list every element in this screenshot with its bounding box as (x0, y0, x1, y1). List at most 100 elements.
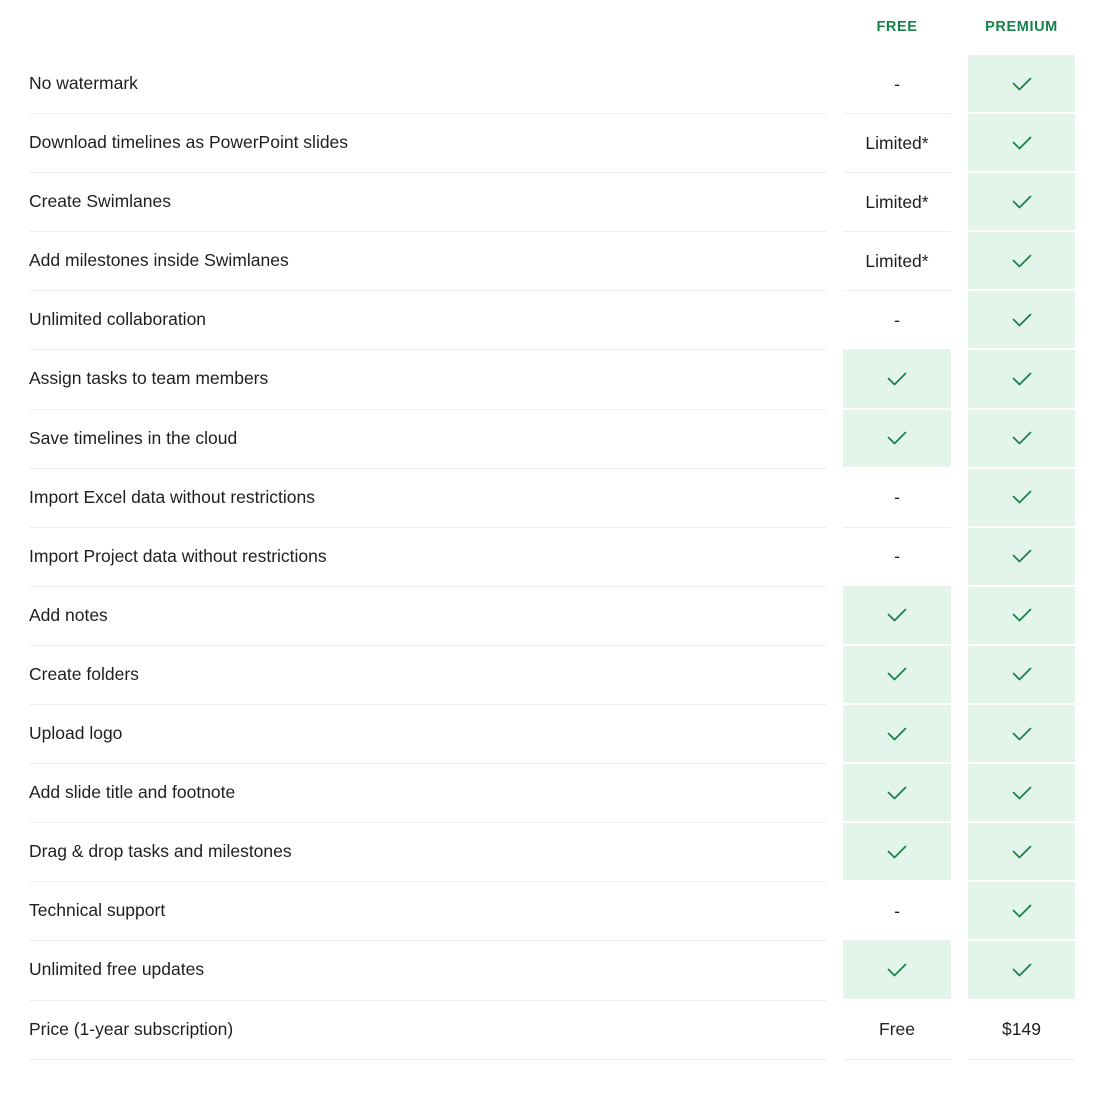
premium-plan-cell (968, 645, 1075, 704)
check-icon (1012, 963, 1031, 977)
table-row: Add notes (0, 586, 1108, 646)
table-row: Create folders (0, 645, 1108, 706)
feature-label: Add notes (29, 587, 827, 646)
check-icon (1012, 431, 1031, 445)
free-plan-cell (843, 409, 951, 467)
premium-plan-cell (968, 114, 1075, 172)
table-row: No watermark - (0, 55, 1108, 115)
check-icon (887, 727, 907, 740)
check-icon (887, 372, 907, 386)
premium-plan-value: $149 (1002, 1019, 1041, 1040)
check-icon (887, 963, 907, 977)
free-plan-value: Free (879, 1019, 915, 1040)
free-plan-cell (843, 764, 951, 822)
free-plan-cell: - (843, 882, 951, 942)
free-plan-value: Limited* (865, 191, 929, 212)
free-plan-cell: - (843, 55, 951, 115)
table-row: Download timelines as PowerPoint slides … (0, 114, 1108, 174)
free-plan-cell: Limited* (843, 114, 951, 174)
table-row: Add slide title and footnote (0, 764, 1108, 824)
free-plan-cell (843, 823, 951, 881)
premium-plan-cell (968, 468, 1075, 526)
free-plan-cell: - (843, 291, 951, 351)
table-row: Create Swimlanes Limited* (0, 173, 1108, 233)
feature-label: Create folders (29, 646, 827, 706)
premium-plan-cell (968, 291, 1075, 349)
free-plan-cell (843, 705, 951, 763)
free-plan-cell: - (843, 469, 951, 528)
premium-plan-cell (968, 409, 1075, 467)
free-plan-value: Limited* (865, 132, 929, 153)
table-row: Drag & drop tasks and milestones (0, 823, 1108, 883)
premium-plan-cell (968, 55, 1075, 113)
feature-label: Download timelines as PowerPoint slides (29, 114, 827, 174)
check-icon (1012, 786, 1031, 800)
feature-label: No watermark (29, 55, 827, 115)
table-row: Assign tasks to team members (0, 350, 1108, 410)
free-plan-cell: Limited* (843, 232, 951, 292)
premium-plan-cell (968, 764, 1075, 822)
premium-plan-cell (968, 705, 1075, 763)
feature-label: Upload logo (29, 705, 827, 765)
check-icon (1012, 845, 1031, 859)
table-header: FREE PREMIUM (0, 0, 1108, 55)
check-icon (887, 845, 907, 859)
premium-plan-cell (968, 232, 1075, 290)
table-row: Unlimited free updates (0, 941, 1108, 1001)
feature-label: Add slide title and footnote (29, 764, 827, 824)
table-row: Unlimited collaboration - (0, 291, 1108, 351)
feature-label: Save timelines in the cloud (29, 410, 827, 469)
free-plan-value: - (894, 546, 900, 567)
premium-plan-cell (968, 350, 1075, 408)
premium-plan-cell (968, 823, 1075, 881)
feature-label: Technical support (29, 882, 827, 942)
free-plan-cell (843, 645, 951, 704)
table-row: Save timelines in the cloud (0, 409, 1108, 469)
free-plan-cell: Free (843, 1001, 951, 1060)
free-plan-cell (843, 586, 951, 644)
free-plan-value: - (894, 487, 900, 508)
feature-label: Unlimited free updates (29, 941, 827, 1001)
check-icon (1012, 668, 1031, 681)
free-plan-value: - (894, 309, 900, 330)
column-header-premium: PREMIUM (985, 19, 1058, 35)
premium-plan-cell (968, 586, 1075, 644)
feature-label: Assign tasks to team members (29, 350, 827, 410)
check-icon (1012, 490, 1031, 504)
feature-label: Import Project data without restrictions (29, 528, 827, 587)
check-icon (887, 609, 907, 622)
feature-label: Add milestones inside Swimlanes (29, 232, 827, 292)
check-icon (887, 786, 907, 800)
table-row: Add milestones inside Swimlanes Limited* (0, 232, 1108, 292)
free-plan-cell: Limited* (843, 173, 951, 233)
check-icon (1012, 609, 1031, 622)
check-icon (887, 668, 907, 681)
check-icon (1012, 372, 1031, 386)
free-plan-value: Limited* (865, 250, 929, 271)
check-icon (1012, 195, 1031, 209)
table-row: Import Project data without restrictions… (0, 527, 1108, 587)
free-plan-cell: - (843, 528, 951, 587)
premium-plan-cell: $149 (968, 1001, 1075, 1060)
check-icon (1012, 254, 1031, 268)
table-row: Import Excel data without restrictions - (0, 468, 1108, 528)
premium-plan-cell (968, 882, 1075, 940)
feature-label: Create Swimlanes (29, 173, 827, 233)
check-icon (1012, 727, 1031, 740)
check-icon (1012, 904, 1031, 918)
check-icon (887, 431, 907, 445)
check-icon (1012, 77, 1031, 90)
free-plan-cell (843, 350, 951, 408)
premium-plan-cell (968, 941, 1075, 999)
table-row: Upload logo (0, 705, 1108, 765)
premium-plan-cell (968, 173, 1075, 231)
check-icon (1012, 136, 1031, 149)
free-plan-value: - (894, 900, 900, 921)
feature-label: Drag & drop tasks and milestones (29, 823, 827, 883)
column-header-free: FREE (876, 19, 918, 35)
table-row: Technical support - (0, 882, 1108, 942)
feature-label: Unlimited collaboration (29, 291, 827, 351)
premium-plan-cell (968, 527, 1075, 585)
plan-comparison-table: FREE PREMIUM No watermark - Download tim… (0, 0, 1108, 1060)
table-body: No watermark - Download timelines as Pow… (0, 55, 1108, 1060)
